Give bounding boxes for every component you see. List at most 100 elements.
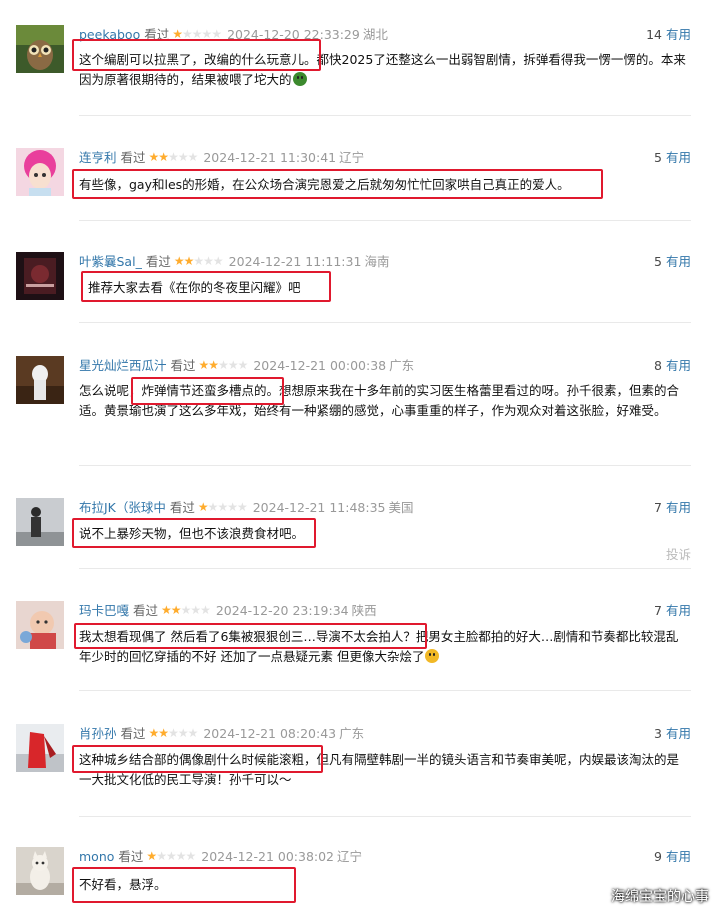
watch-status: 看过 xyxy=(118,849,144,864)
review-location: 海南 xyxy=(364,254,390,269)
rating-stars: ★★★★★ xyxy=(146,849,196,863)
useful-vote: 9 有用 xyxy=(654,847,691,867)
star-empty-icon: ★ xyxy=(187,726,199,740)
review-text-wrap: 不好看，悬浮。 xyxy=(79,875,691,895)
username-link[interactable]: 肖孙孙 xyxy=(79,726,117,741)
star-empty-icon: ★ xyxy=(177,150,189,164)
review-text: 说不上暴殄天物，但也不该浪费食材吧。 xyxy=(79,526,305,541)
review-time: 2024-12-20 23:19:34 xyxy=(215,603,349,618)
star-empty-icon: ★ xyxy=(177,726,189,740)
review-header: mono 看过 ★★★★★ 2024-12-21 00:38:02 辽宁 xyxy=(79,847,362,867)
useful-button[interactable]: 有用 xyxy=(666,254,691,269)
useful-button[interactable]: 有用 xyxy=(666,358,691,373)
review-location: 湖北 xyxy=(362,27,388,42)
review-text: 怎么说呢，炸弹情节还蛮多槽点的。想想原来我在十多年前的实习医生格蕾里看过的呀。孙… xyxy=(79,383,680,418)
divider xyxy=(79,322,691,323)
rating-stars: ★★★★★ xyxy=(161,603,211,617)
divider xyxy=(79,568,691,569)
star-filled-icon: ★ xyxy=(146,849,157,863)
watermark: 海绵宝宝的心事 xyxy=(611,889,709,905)
review-text-wrap: 怎么说呢，炸弹情节还蛮多槽点的。想想原来我在十多年前的实习医生格蕾里看过的呀。孙… xyxy=(79,381,691,421)
useful-count: 5 xyxy=(654,150,662,165)
useful-count: 7 xyxy=(654,603,662,618)
review-location: 广东 xyxy=(339,726,365,741)
star-empty-icon: ★ xyxy=(200,603,211,617)
username-link[interactable]: 连亨利 xyxy=(79,150,117,165)
review-header: 玛卡巴嘎 看过 ★★★★★ 2024-12-20 23:19:34 陕西 xyxy=(79,601,377,621)
watch-status: 看过 xyxy=(120,150,146,165)
star-empty-icon: ★ xyxy=(207,500,219,514)
watch-status: 看过 xyxy=(144,27,170,42)
useful-button[interactable]: 有用 xyxy=(666,603,691,618)
user-avatar[interactable] xyxy=(16,25,64,73)
star-empty-icon: ★ xyxy=(237,358,249,372)
watch-status: 看过 xyxy=(145,254,171,269)
star-empty-icon: ★ xyxy=(168,726,179,740)
review-header: 肖孙孙 看过 ★★★★★ 2024-12-21 08:20:43 广东 xyxy=(79,724,364,744)
watch-status: 看过 xyxy=(169,500,195,515)
review-time: 2024-12-21 11:30:41 xyxy=(203,150,337,165)
username-link[interactable]: peekaboo xyxy=(79,27,140,42)
user-avatar[interactable] xyxy=(16,498,64,546)
star-empty-icon: ★ xyxy=(193,254,204,268)
username-link[interactable]: 布拉JK（张球中 xyxy=(79,500,166,515)
rating-stars: ★★★★★ xyxy=(197,500,248,514)
review-location: 陕西 xyxy=(351,603,377,618)
user-avatar[interactable] xyxy=(16,252,64,300)
useful-vote: 5 有用 xyxy=(654,252,691,272)
useful-button[interactable]: 有用 xyxy=(666,500,691,515)
useful-button[interactable]: 有用 xyxy=(666,150,691,165)
star-empty-icon: ★ xyxy=(182,27,193,41)
star-empty-icon: ★ xyxy=(156,849,167,863)
user-avatar[interactable] xyxy=(16,356,64,404)
useful-vote: 7 有用 xyxy=(654,498,691,518)
star-filled-icon: ★ xyxy=(208,358,219,372)
star-empty-icon: ★ xyxy=(191,27,203,41)
username-link[interactable]: mono xyxy=(79,849,114,864)
divider xyxy=(79,220,691,221)
useful-vote: 8 有用 xyxy=(654,356,691,376)
review-location: 美国 xyxy=(388,500,414,515)
rating-stars: ★★★★★ xyxy=(172,27,222,41)
useful-count: 8 xyxy=(654,358,662,373)
report-link[interactable]: 投诉 xyxy=(666,544,691,563)
review-text-wrap: 说不上暴殄天物，但也不该浪费食材吧。 xyxy=(79,524,691,544)
user-avatar[interactable] xyxy=(16,724,64,772)
star-empty-icon: ★ xyxy=(190,603,201,617)
star-filled-icon: ★ xyxy=(197,500,209,514)
username-link[interactable]: 星光灿烂西瓜汁 xyxy=(79,358,167,373)
divider xyxy=(79,115,691,116)
review-header: 连亨利 看过 ★★★★★ 2024-12-21 11:30:41 辽宁 xyxy=(79,148,364,168)
rating-stars: ★★★★★ xyxy=(199,358,249,372)
star-empty-icon: ★ xyxy=(185,849,196,863)
review-location: 广东 xyxy=(389,358,415,373)
star-filled-icon: ★ xyxy=(183,254,195,268)
star-empty-icon: ★ xyxy=(212,254,224,268)
rating-stars: ★★★★★ xyxy=(149,726,199,740)
username-link[interactable]: 玛卡巴嘎 xyxy=(79,603,129,618)
review-time: 2024-12-21 11:48:35 xyxy=(252,500,386,515)
star-empty-icon: ★ xyxy=(227,358,239,372)
review-text: 有些像，gay和les的形婚，在公众场合演完恩爱之后就匆匆忙忙回家哄自己真正的爱… xyxy=(79,177,570,192)
review-text: 这个编剧可以拉黑了，改编的什么玩意儿。都快2025了还整这么一出弱智剧情，拆弹看… xyxy=(79,52,686,87)
useful-button[interactable]: 有用 xyxy=(666,27,691,42)
star-empty-icon: ★ xyxy=(217,500,228,514)
star-filled-icon: ★ xyxy=(161,603,172,617)
user-avatar[interactable] xyxy=(16,847,64,895)
useful-button[interactable]: 有用 xyxy=(666,726,691,741)
star-filled-icon: ★ xyxy=(158,726,169,740)
user-avatar[interactable] xyxy=(16,601,64,649)
useful-button[interactable]: 有用 xyxy=(666,849,691,864)
star-empty-icon: ★ xyxy=(201,27,213,41)
star-filled-icon: ★ xyxy=(172,27,183,41)
review-text: 推荐大家去看《在你的冬夜里闪耀》吧 xyxy=(88,280,301,295)
review-text-wrap: 这种城乡结合部的偶像剧什么时候能滚粗，但凡有隔壁韩剧一半的镜头语言和节奏审美呢，… xyxy=(79,750,691,790)
user-avatar[interactable] xyxy=(16,148,64,196)
nauseated-face-icon xyxy=(292,72,307,86)
star-empty-icon: ★ xyxy=(180,603,192,617)
username-link[interactable]: 叶紫曩Sal_ xyxy=(79,254,142,269)
star-empty-icon: ★ xyxy=(168,150,179,164)
star-empty-icon: ★ xyxy=(203,254,214,268)
useful-vote: 14 有用 xyxy=(646,25,691,45)
review-time: 2024-12-21 11:11:31 xyxy=(228,254,362,269)
